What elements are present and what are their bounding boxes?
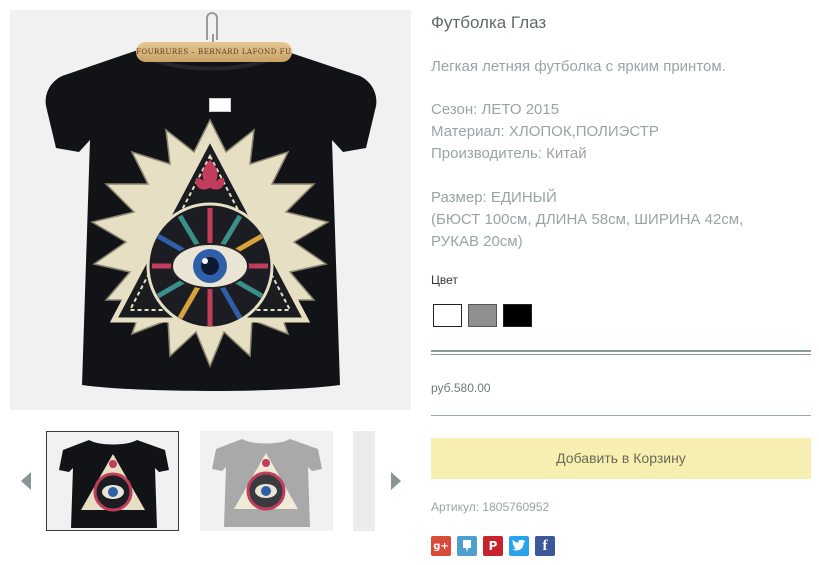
color-swatch-black[interactable] [503, 304, 532, 327]
tshirt-thumbnail-black-illustration [59, 440, 169, 528]
thumbnail-gray[interactable] [200, 431, 333, 531]
facebook-icon[interactable]: f [535, 536, 555, 556]
spec-size-details-2: РУКАВ 20см) [431, 233, 523, 250]
color-swatch-gray[interactable] [468, 304, 497, 327]
chevron-right-icon[interactable] [391, 472, 401, 490]
add-to-cart-button[interactable]: Добавить в Корзину [431, 438, 811, 479]
sku-value: 1805760952 [482, 500, 550, 514]
spec-material: Материал: ХЛОПОК,ПОЛИЭСТР [431, 123, 659, 140]
pinterest-icon[interactable]: P [483, 536, 503, 556]
vkontakte-icon[interactable] [457, 536, 477, 556]
google-plus-icon[interactable]: g+ [431, 536, 451, 556]
product-size: Размер: ЕДИНЫЙ (БЮСТ 100см, ДЛИНА 58см, … [431, 187, 811, 253]
divider [431, 350, 811, 355]
color-swatches [433, 304, 532, 327]
hanger-label: FOURRURES – BERNARD LAFOND FURS [136, 42, 292, 62]
product-description: Легкая летняя футболка с ярким принтом. [431, 58, 726, 75]
chevron-left-icon[interactable] [21, 472, 31, 490]
color-label: Цвет [431, 273, 458, 287]
product-title: Футболка Глаз [431, 13, 547, 32]
divider [431, 415, 811, 416]
product-specs: Сезон: ЛЕТО 2015 Материал: ХЛОПОК,ПОЛИЭС… [431, 99, 811, 165]
sku-label: Артикул: [431, 500, 480, 514]
twitter-icon[interactable] [509, 536, 529, 556]
share-buttons: g+ P f [431, 536, 555, 556]
spec-size: Размер: ЕДИНЫЙ [431, 189, 557, 206]
sku: Артикул: 1805760952 [431, 500, 549, 514]
tshirt-illustration [45, 50, 377, 391]
thumbnail-partial[interactable] [353, 431, 375, 531]
spec-manufacturer: Производитель: Китай [431, 145, 587, 162]
product-main-image[interactable]: FOURRURES – BERNARD LAFOND FURS [10, 10, 411, 410]
clothing-tag [209, 98, 231, 112]
product-details: Футболка Глаз Легкая летняя футболка с я… [431, 12, 811, 253]
tshirt-thumbnail-gray-illustration [212, 439, 322, 527]
twitter-bird-icon [512, 540, 526, 551]
spec-season: Сезон: ЛЕТО 2015 [431, 101, 560, 118]
spec-size-details-1: (БЮСТ 100см, ДЛИНА 58см, ШИРИНА 42см, [431, 211, 744, 228]
product-price: руб.580.00 [431, 381, 491, 395]
vkontakte-glyph-icon [463, 540, 471, 552]
thumbnail-black[interactable] [46, 431, 179, 531]
color-swatch-white[interactable] [433, 304, 462, 327]
